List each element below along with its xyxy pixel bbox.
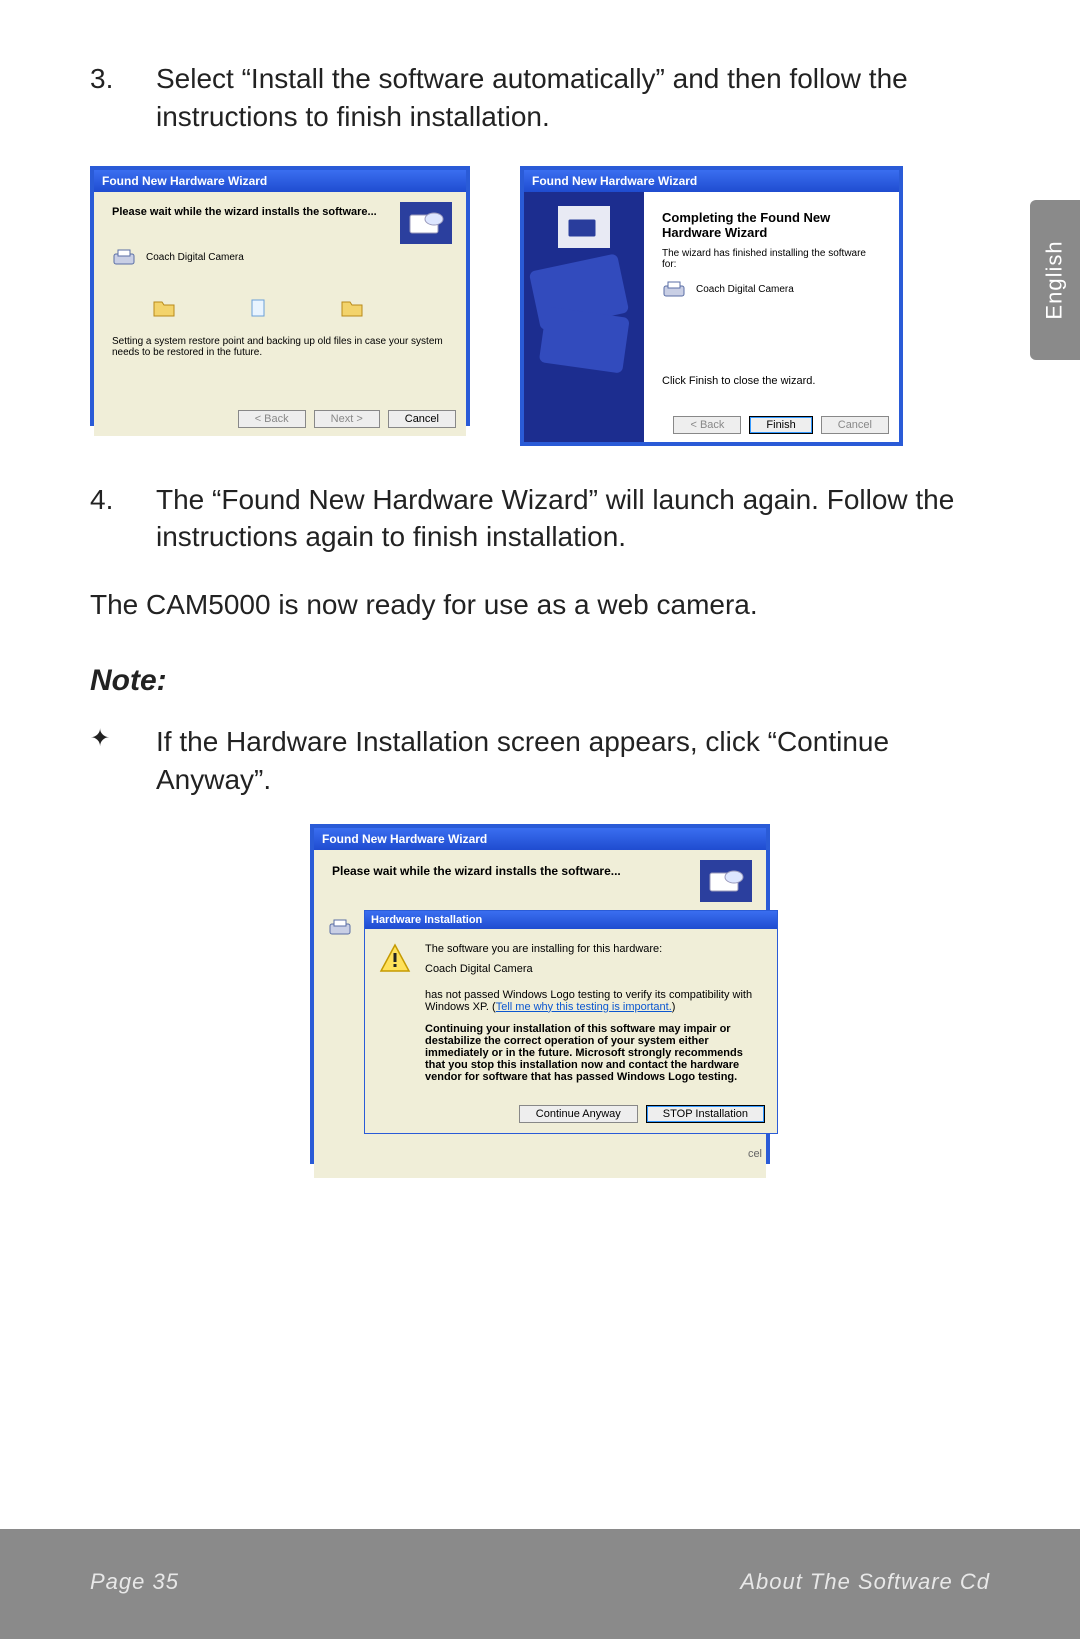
dialog1-device-row: Coach Digital Camera: [112, 248, 448, 268]
dialog2-close-line: Click Finish to close the wizard.: [662, 375, 815, 387]
stop-installation-button[interactable]: STOP Installation: [646, 1105, 765, 1123]
finish-button[interactable]: Finish: [749, 416, 812, 434]
logo-link[interactable]: Tell me why this testing is important.: [496, 1001, 672, 1013]
note-heading: Note:: [90, 664, 990, 698]
back-button[interactable]: < Back: [673, 416, 741, 434]
folder-icon: [340, 298, 364, 318]
next-button[interactable]: Next >: [314, 410, 380, 428]
dialog2-button-row: < Back Finish Cancel: [673, 416, 889, 434]
printer-icon: [328, 918, 352, 938]
dialog2-heading: Completing the Found New Hardware Wizard: [662, 210, 881, 240]
section-title: About The Software Cd: [740, 1569, 990, 1595]
ready-line: The CAM5000 is now ready for use as a we…: [90, 586, 990, 624]
step-4-number: 4.: [90, 481, 156, 557]
dialog1-button-row: < Back Next > Cancel: [238, 410, 456, 428]
dialog2-device-name: Coach Digital Camera: [696, 284, 794, 295]
dialog1-header-msg: Please wait while the wizard installs th…: [112, 206, 448, 218]
dialog2-title: Found New Hardware Wizard: [524, 170, 899, 192]
dialog1-restore-msg: Setting a system restore point and backi…: [112, 336, 448, 358]
dialog2-device-row: Coach Digital Camera: [662, 280, 881, 300]
dialog3-outer-title: Found New Hardware Wizard: [314, 828, 766, 850]
step-3-number: 3.: [90, 60, 156, 136]
star-icon: ✦: [90, 723, 156, 799]
dialog1-title: Found New Hardware Wizard: [94, 170, 466, 192]
language-label: English: [1042, 240, 1068, 319]
back-button[interactable]: < Back: [238, 410, 306, 428]
screenshot-row-2: Found New Hardware Wizard Please wait wh…: [90, 824, 990, 1164]
bg-cancel-fragment: cel: [748, 1148, 762, 1160]
dialog1-body: Please wait while the wizard installs th…: [94, 192, 466, 436]
step-4-text: The “Found New Hardware Wizard” will lau…: [156, 481, 990, 557]
printer-icon: [112, 248, 136, 268]
step-3: 3. Select “Install the software automati…: [90, 60, 990, 136]
language-tab: English: [1030, 200, 1080, 360]
hardware-installation-dialog: Found New Hardware Wizard Please wait wh…: [310, 824, 770, 1164]
wizard-complete-dialog: Found New Hardware Wizard Completing the…: [520, 166, 903, 446]
subdialog-button-row: Continue Anyway STOP Installation: [519, 1105, 765, 1123]
dialog2-body: Completing the Found New Hardware Wizard…: [644, 192, 899, 442]
dialog2-done-line: The wizard has finished installing the s…: [662, 248, 881, 270]
screenshot-row: Found New Hardware Wizard Please wait wh…: [90, 166, 990, 446]
cancel-button[interactable]: Cancel: [821, 416, 889, 434]
page-number: Page 35: [90, 1569, 179, 1595]
dialog1-device-name: Coach Digital Camera: [146, 252, 244, 263]
logo-testing-line: has not passed Windows Logo testing to v…: [425, 989, 763, 1013]
dialog3-outer-msg: Please wait while the wizard installs th…: [332, 864, 748, 878]
printer-icon: [662, 280, 686, 300]
hardware-warning-subdialog: Hardware Installation The software you a…: [364, 910, 778, 1134]
wizard-cd-icon: [400, 202, 452, 244]
step-3-text: Select “Install the software automatical…: [156, 60, 990, 136]
wizard-installing-dialog: Found New Hardware Wizard Please wait wh…: [90, 166, 470, 426]
warn-device: Coach Digital Camera: [425, 963, 763, 975]
warn-intro: The software you are installing for this…: [425, 943, 763, 955]
doc-icon: [246, 298, 270, 318]
note-bullet: ✦ If the Hardware Installation screen ap…: [90, 723, 990, 799]
dialog1-progress-icons: [152, 298, 448, 318]
manual-page: English 3. Select “Install the software …: [0, 0, 1080, 1639]
continue-anyway-button[interactable]: Continue Anyway: [519, 1105, 638, 1123]
subdialog-title: Hardware Installation: [365, 911, 777, 929]
page-footer: Page 35 About The Software Cd: [0, 1529, 1080, 1639]
folder-icon: [152, 298, 176, 318]
cancel-button[interactable]: Cancel: [388, 410, 456, 428]
warning-icon: [379, 943, 411, 973]
step-4: 4. The “Found New Hardware Wizard” will …: [90, 481, 990, 557]
wizard-cd-icon: [700, 860, 752, 902]
wizard-side-graphic: [524, 192, 644, 442]
bold-warning: Continuing your installation of this sof…: [425, 1023, 763, 1083]
note-text: If the Hardware Installation screen appe…: [156, 723, 990, 799]
